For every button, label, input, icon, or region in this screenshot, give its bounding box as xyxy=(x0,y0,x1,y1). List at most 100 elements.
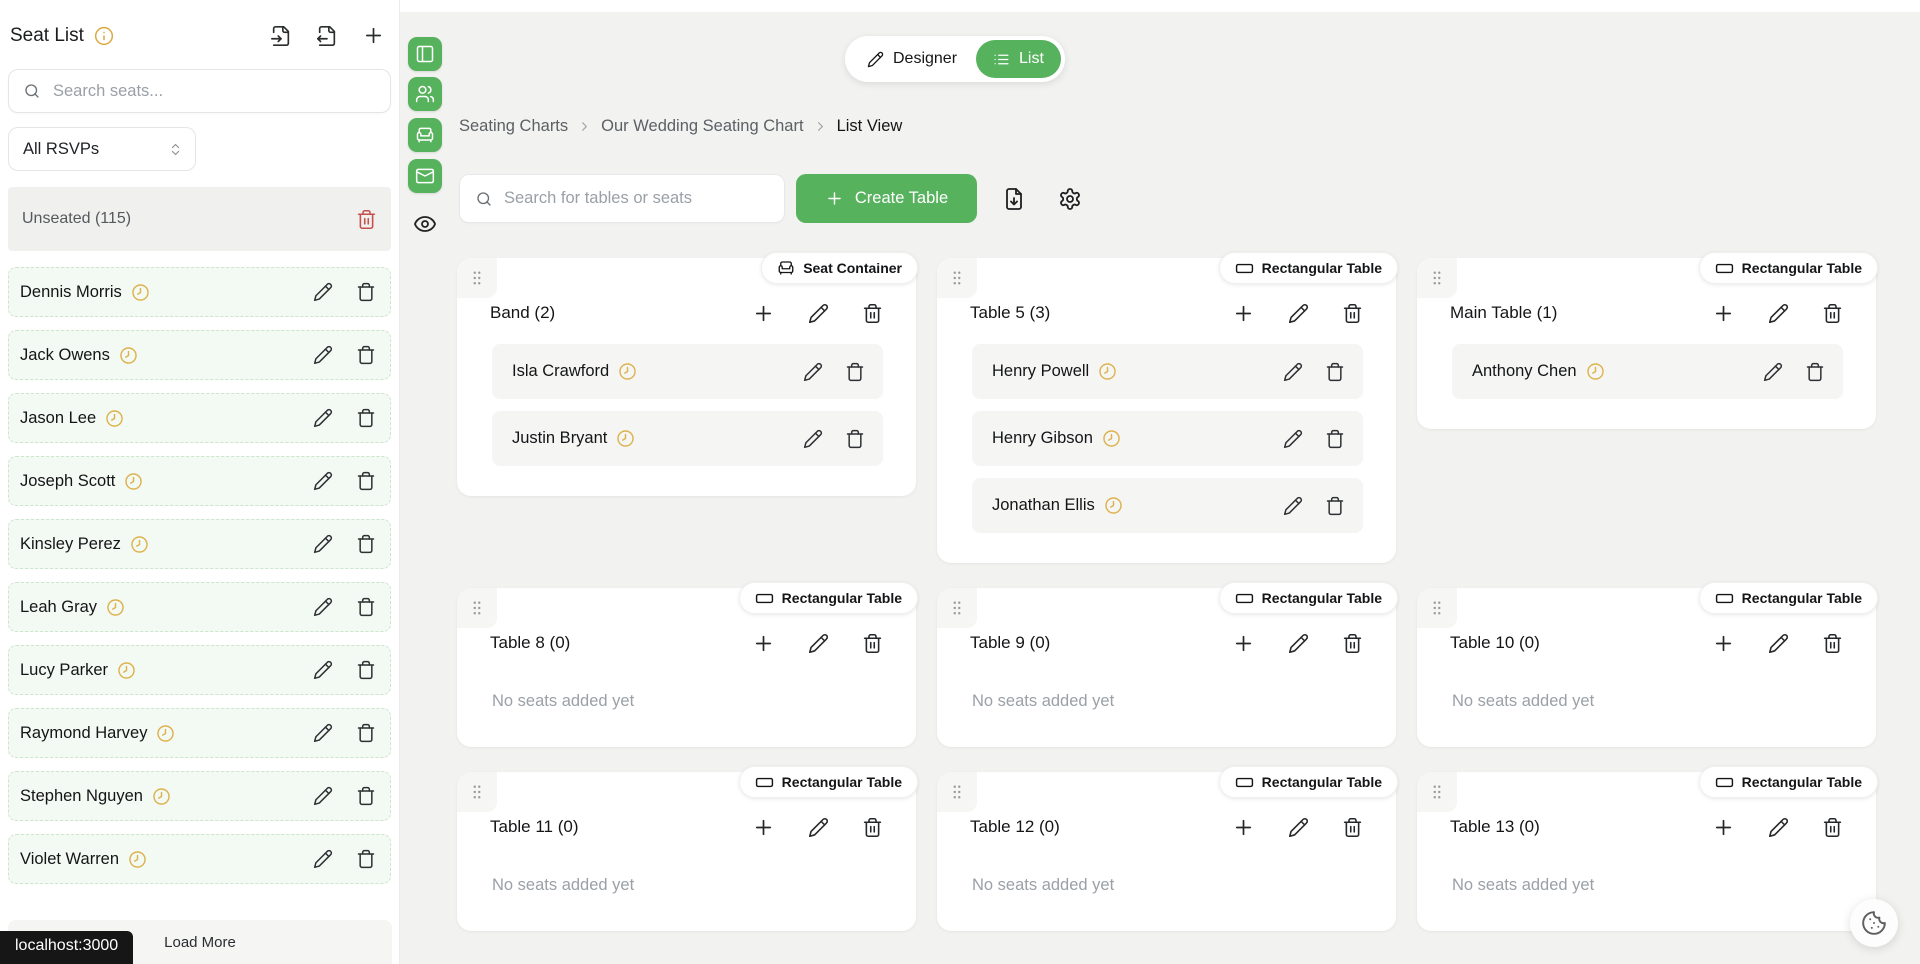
edit-table-button[interactable] xyxy=(1768,817,1789,838)
add-seat-button[interactable] xyxy=(362,24,385,47)
edit-table-button[interactable] xyxy=(1288,633,1309,654)
delete-table-button[interactable] xyxy=(862,633,883,654)
edit-guest-button[interactable] xyxy=(313,660,333,680)
drag-handle[interactable] xyxy=(937,258,977,298)
delete-seat-button[interactable] xyxy=(845,429,865,449)
edit-guest-button[interactable] xyxy=(313,786,333,806)
settings-button[interactable] xyxy=(1058,187,1082,211)
delete-seat-button[interactable] xyxy=(1325,496,1345,516)
unseated-guest-row[interactable]: Raymond Harvey xyxy=(8,708,391,758)
cookie-consent-button[interactable] xyxy=(1850,899,1898,947)
drag-handle[interactable] xyxy=(937,588,977,628)
delete-guest-button[interactable] xyxy=(356,408,376,428)
edit-guest-button[interactable] xyxy=(313,597,333,617)
delete-seat-button[interactable] xyxy=(1805,362,1825,382)
delete-table-button[interactable] xyxy=(1342,817,1363,838)
seat-row[interactable]: Isla Crawford xyxy=(492,344,883,399)
unseated-guest-row[interactable]: Jack Owens xyxy=(8,330,391,380)
edit-table-button[interactable] xyxy=(1288,303,1309,324)
unseated-guest-row[interactable]: Lucy Parker xyxy=(8,645,391,695)
edit-guest-button[interactable] xyxy=(313,849,333,869)
edit-guest-button[interactable] xyxy=(313,345,333,365)
edit-table-button[interactable] xyxy=(1768,633,1789,654)
delete-guest-button[interactable] xyxy=(356,597,376,617)
drag-handle[interactable] xyxy=(1417,772,1457,812)
seat-row[interactable]: Henry Gibson xyxy=(972,411,1363,466)
export-file-button[interactable] xyxy=(1002,187,1026,211)
invitations-button[interactable] xyxy=(408,159,442,193)
drag-handle[interactable] xyxy=(1417,258,1457,298)
edit-table-button[interactable] xyxy=(1288,817,1309,838)
delete-guest-button[interactable] xyxy=(356,723,376,743)
unseated-guest-row[interactable]: Jason Lee xyxy=(8,393,391,443)
delete-table-button[interactable] xyxy=(862,817,883,838)
delete-table-button[interactable] xyxy=(862,303,883,324)
info-icon[interactable] xyxy=(94,26,114,46)
drag-handle[interactable] xyxy=(457,772,497,812)
unseated-guest-row[interactable]: Stephen Nguyen xyxy=(8,771,391,821)
edit-guest-button[interactable] xyxy=(313,723,333,743)
delete-all-unseated-button[interactable] xyxy=(356,209,377,230)
table-search-input[interactable] xyxy=(504,189,769,208)
breadcrumb-chart-name[interactable]: Our Wedding Seating Chart xyxy=(601,117,803,136)
unseated-guest-row[interactable]: Joseph Scott xyxy=(8,456,391,506)
seat-row[interactable]: Anthony Chen xyxy=(1452,344,1843,399)
drag-handle[interactable] xyxy=(457,258,497,298)
unseated-guest-row[interactable]: Leah Gray xyxy=(8,582,391,632)
seat-row[interactable]: Justin Bryant xyxy=(492,411,883,466)
delete-guest-button[interactable] xyxy=(356,660,376,680)
edit-seat-button[interactable] xyxy=(1283,496,1303,516)
add-seat-to-table-button[interactable] xyxy=(752,816,775,839)
seat-row[interactable]: Henry Powell xyxy=(972,344,1363,399)
edit-guest-button[interactable] xyxy=(313,534,333,554)
delete-guest-button[interactable] xyxy=(356,345,376,365)
export-seats-button[interactable] xyxy=(316,25,338,47)
delete-guest-button[interactable] xyxy=(356,471,376,491)
delete-seat-button[interactable] xyxy=(845,362,865,382)
rsvp-filter-select[interactable]: All RSVPs xyxy=(8,127,196,171)
seats-button[interactable] xyxy=(408,118,442,152)
edit-seat-button[interactable] xyxy=(1283,362,1303,382)
visibility-button[interactable] xyxy=(413,212,437,236)
edit-guest-button[interactable] xyxy=(313,408,333,428)
drag-handle[interactable] xyxy=(457,588,497,628)
add-seat-to-table-button[interactable] xyxy=(752,632,775,655)
seat-row[interactable]: Jonathan Ellis xyxy=(972,478,1363,533)
delete-guest-button[interactable] xyxy=(356,786,376,806)
add-seat-to-table-button[interactable] xyxy=(1232,632,1255,655)
add-seat-to-table-button[interactable] xyxy=(1712,816,1735,839)
delete-seat-button[interactable] xyxy=(1325,429,1345,449)
create-table-button[interactable]: Create Table xyxy=(796,174,977,223)
drag-handle[interactable] xyxy=(1417,588,1457,628)
delete-table-button[interactable] xyxy=(1822,303,1843,324)
drag-handle[interactable] xyxy=(937,772,977,812)
unseated-guest-row[interactable]: Dennis Morris xyxy=(8,267,391,317)
delete-guest-button[interactable] xyxy=(356,849,376,869)
delete-table-button[interactable] xyxy=(1822,633,1843,654)
add-seat-to-table-button[interactable] xyxy=(1712,302,1735,325)
add-seat-to-table-button[interactable] xyxy=(1232,816,1255,839)
seat-search-input[interactable] xyxy=(53,81,376,101)
delete-seat-button[interactable] xyxy=(1325,362,1345,382)
delete-guest-button[interactable] xyxy=(356,282,376,302)
add-seat-to-table-button[interactable] xyxy=(752,302,775,325)
edit-table-button[interactable] xyxy=(1768,303,1789,324)
toggle-sidebar-button[interactable] xyxy=(408,37,442,71)
delete-table-button[interactable] xyxy=(1822,817,1843,838)
delete-table-button[interactable] xyxy=(1342,303,1363,324)
edit-table-button[interactable] xyxy=(808,303,829,324)
edit-seat-button[interactable] xyxy=(1283,429,1303,449)
tab-designer[interactable]: Designer xyxy=(849,40,976,78)
delete-guest-button[interactable] xyxy=(356,534,376,554)
edit-guest-button[interactable] xyxy=(313,282,333,302)
edit-table-button[interactable] xyxy=(808,633,829,654)
unseated-guest-row[interactable]: Violet Warren xyxy=(8,834,391,884)
edit-seat-button[interactable] xyxy=(1763,362,1783,382)
edit-seat-button[interactable] xyxy=(803,362,823,382)
guests-button[interactable] xyxy=(408,77,442,111)
edit-seat-button[interactable] xyxy=(803,429,823,449)
delete-table-button[interactable] xyxy=(1342,633,1363,654)
add-seat-to-table-button[interactable] xyxy=(1712,632,1735,655)
tab-list[interactable]: List xyxy=(976,40,1061,78)
breadcrumb-seating-charts[interactable]: Seating Charts xyxy=(459,117,568,136)
